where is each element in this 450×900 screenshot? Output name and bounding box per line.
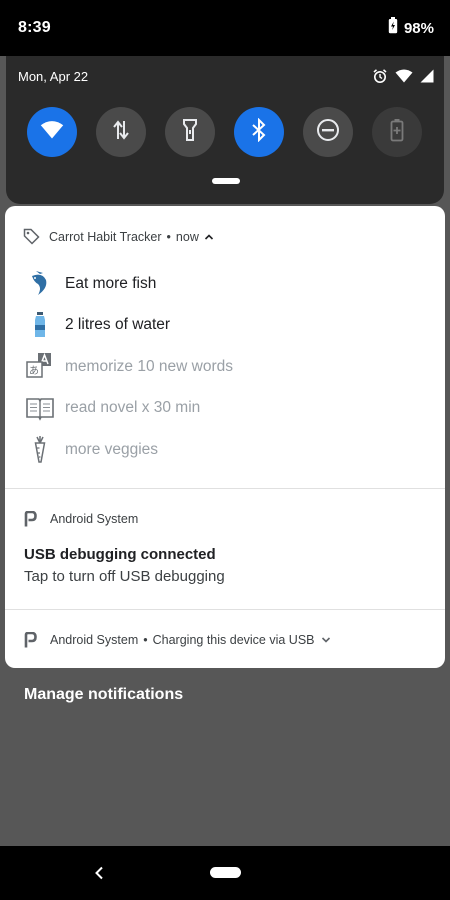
- habit-label: 2 litres of water: [65, 316, 171, 334]
- usb-notification-header[interactable]: Android System: [23, 511, 138, 527]
- habit-time: now: [175, 229, 199, 244]
- android-system-icon: [23, 511, 37, 527]
- header-separator: •: [143, 633, 148, 647]
- qs-status-icons: [372, 68, 434, 89]
- status-time: 8:39: [18, 19, 51, 36]
- chevron-up-icon[interactable]: [204, 233, 214, 241]
- divider: [5, 609, 445, 610]
- bluetooth-tile[interactable]: [234, 107, 284, 157]
- habit-label: read novel x 30 min: [65, 399, 201, 417]
- qs-tiles: [27, 107, 422, 157]
- usb-app-name: Android System: [50, 512, 139, 526]
- habit-item[interactable]: Eat more fish: [25, 263, 233, 305]
- usb-notification-text[interactable]: Tap to turn off USB debugging: [24, 568, 225, 585]
- habit-item[interactable]: read novel x 30 min: [25, 388, 233, 430]
- manage-notifications-button[interactable]: Manage notifications: [24, 686, 183, 704]
- fish-icon: [25, 269, 55, 299]
- do-not-disturb-tile[interactable]: [303, 107, 353, 157]
- flashlight-icon: [182, 118, 198, 147]
- flashlight-tile[interactable]: [165, 107, 215, 157]
- habit-app-name: Carrot Habit Tracker: [49, 229, 162, 244]
- header-separator: •: [166, 229, 171, 244]
- cellular-signal-icon: [420, 69, 434, 88]
- wifi-icon: [395, 69, 413, 88]
- mobile-data-icon: [111, 119, 131, 146]
- back-chevron-icon: [94, 866, 104, 880]
- mobile-data-tile[interactable]: [96, 107, 146, 157]
- charging-app-name: Android System: [50, 633, 139, 647]
- wifi-tile[interactable]: [27, 107, 77, 157]
- habit-list: Eat more fish 2 litres of water あ memori…: [25, 263, 233, 471]
- do-not-disturb-icon: [316, 118, 340, 147]
- habit-item[interactable]: more veggies: [25, 429, 233, 471]
- status-right: 98%: [388, 17, 434, 39]
- android-system-icon: [23, 632, 37, 648]
- charging-notification-header[interactable]: Android System • Charging this device vi…: [23, 632, 331, 648]
- bluetooth-icon: [251, 117, 267, 147]
- habit-item[interactable]: あ memorize 10 new words: [25, 346, 233, 388]
- carrot-icon: [25, 435, 55, 465]
- battery-percent: 98%: [403, 19, 434, 37]
- home-pill-button[interactable]: [210, 867, 241, 878]
- habit-item[interactable]: 2 litres of water: [25, 305, 233, 347]
- habit-label: more veggies: [65, 440, 159, 458]
- navigation-bar: [0, 846, 450, 900]
- battery-saver-tile[interactable]: [372, 107, 422, 157]
- battery-icon: [388, 17, 398, 39]
- charging-text: Charging this device via USB: [152, 633, 315, 647]
- battery-saver-icon: [390, 118, 404, 147]
- usb-notification-title[interactable]: USB debugging connected: [24, 546, 216, 563]
- qs-date: Mon, Apr 22: [18, 69, 89, 84]
- water-bottle-icon: [25, 310, 55, 340]
- habit-notification-header[interactable]: Carrot Habit Tracker • now: [23, 228, 214, 245]
- quick-settings-panel: Mon, Apr 22: [6, 56, 444, 204]
- chevron-down-icon[interactable]: [321, 636, 331, 644]
- qs-expand-handle[interactable]: [212, 178, 240, 184]
- translate-icon: あ: [25, 352, 55, 382]
- tag-icon: [23, 228, 40, 245]
- habit-label: memorize 10 new words: [65, 357, 233, 375]
- wifi-icon: [40, 120, 64, 145]
- divider: [5, 488, 445, 489]
- notification-card: Carrot Habit Tracker • now Eat more fish: [5, 206, 445, 668]
- status-bar: 8:39 98%: [0, 0, 450, 56]
- habit-label: Eat more fish: [65, 274, 157, 292]
- back-button[interactable]: [88, 862, 110, 884]
- alarm-icon: [372, 68, 388, 89]
- book-icon: [25, 393, 55, 423]
- svg-text:あ: あ: [29, 365, 39, 377]
